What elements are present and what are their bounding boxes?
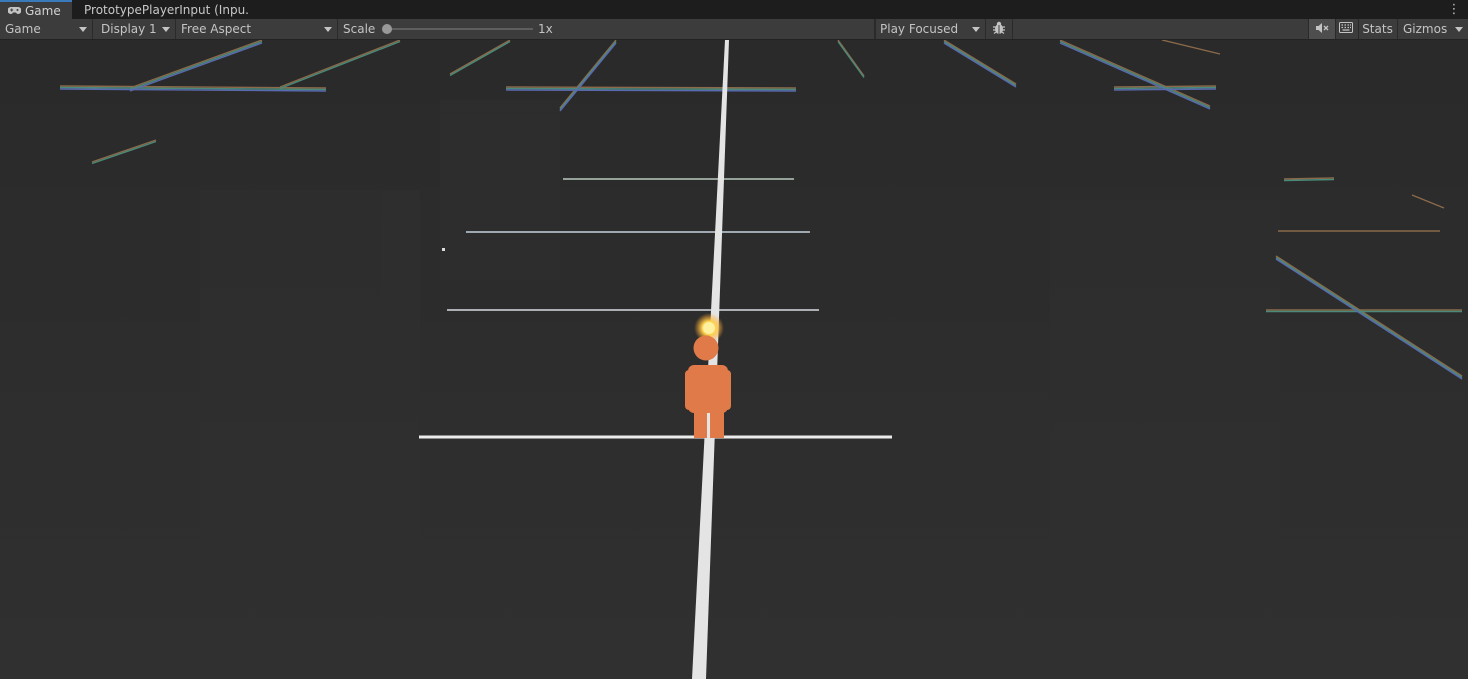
stats-button[interactable]: Stats <box>1358 19 1398 39</box>
gizmos-label: Gizmos <box>1403 22 1448 36</box>
game-scene <box>0 40 1468 679</box>
tab-game[interactable]: Game <box>0 0 72 19</box>
stats-label: Stats <box>1362 22 1393 36</box>
scale-value: 1x <box>538 22 553 36</box>
scale-label: Scale <box>343 22 376 36</box>
aspect-dropdown[interactable]: Free Aspect <box>176 19 338 39</box>
mute-audio-icon <box>1315 22 1329 37</box>
player-torso <box>688 365 728 413</box>
dropdown-caret-icon <box>1455 27 1463 32</box>
bug-icon <box>992 21 1006 38</box>
player-right-leg <box>710 408 724 438</box>
game-viewport[interactable] <box>0 40 1468 679</box>
mute-audio-button[interactable] <box>1308 19 1336 39</box>
scale-slider-thumb[interactable] <box>382 24 392 34</box>
view-mode-dropdown[interactable]: Game <box>0 19 93 39</box>
dropdown-caret-icon <box>79 27 87 32</box>
kebab-menu-icon[interactable]: ⋮ <box>1446 1 1462 18</box>
view-mode-label: Game <box>5 22 41 36</box>
display-label: Display 1 <box>101 22 157 36</box>
dropdown-caret-icon <box>324 27 332 32</box>
player-right-arm <box>723 370 731 410</box>
play-mode-label: Play Focused <box>880 22 959 36</box>
bug-button[interactable] <box>986 19 1013 39</box>
player-left-arm <box>685 370 693 410</box>
small-marker <box>442 248 445 251</box>
light-core <box>703 322 715 334</box>
tab-prototype-label: PrototypePlayerInput (Inpu... <box>84 2 250 17</box>
play-mode-dropdown[interactable]: Play Focused <box>874 19 986 39</box>
tab-prototype-player-input[interactable]: PrototypePlayerInput (Inpu... <box>76 0 250 19</box>
gizmos-dropdown[interactable]: Gizmos <box>1398 19 1468 39</box>
dropdown-caret-icon <box>162 27 170 32</box>
dropdown-caret-icon <box>972 27 980 32</box>
scale-slider-track[interactable] <box>387 28 533 30</box>
gamepad-icon <box>7 4 22 18</box>
tab-bar: Game PrototypePlayerInput (Inpu... ⋮ <box>0 0 1468 20</box>
keyboard-button[interactable] <box>1334 19 1359 39</box>
game-view-toolbar: Game Display 1 Free Aspect Scale 1x Play… <box>0 19 1468 40</box>
aspect-label: Free Aspect <box>181 22 252 36</box>
keyboard-icon <box>1339 22 1353 36</box>
player-head <box>693 335 719 361</box>
player-left-leg <box>694 408 707 438</box>
display-dropdown[interactable]: Display 1 <box>96 19 176 39</box>
tab-game-label: Game <box>25 3 61 18</box>
